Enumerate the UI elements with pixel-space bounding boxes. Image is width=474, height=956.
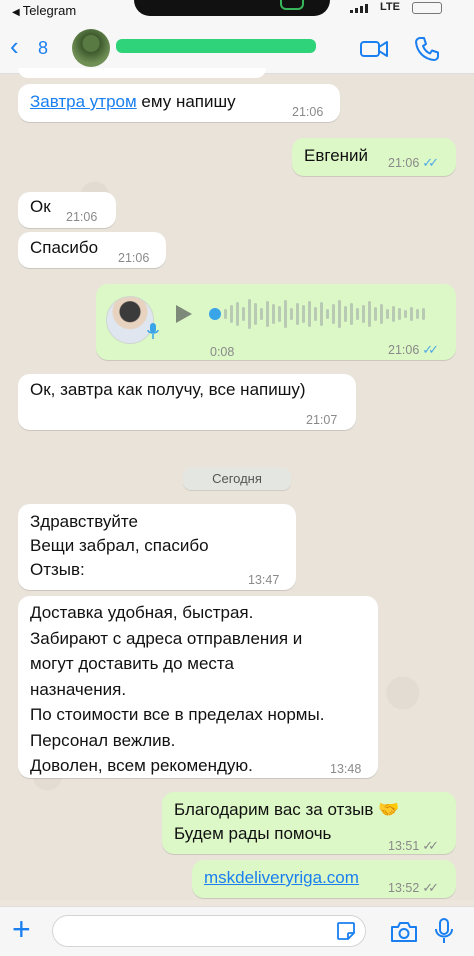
message-time: 13:51 xyxy=(388,839,420,853)
incoming-message[interactable]: Доставка удобная, быстрая. Забирают с ад… xyxy=(18,596,378,778)
sticker-icon[interactable] xyxy=(336,921,356,941)
microphone-icon[interactable] xyxy=(434,917,454,945)
date-separator: Сегодня xyxy=(183,468,291,490)
playback-position-dot[interactable] xyxy=(209,308,221,320)
back-to-app-label: Telegram xyxy=(22,3,77,18)
contact-avatar[interactable] xyxy=(72,29,110,67)
play-icon[interactable] xyxy=(176,305,192,323)
message-time: 21:06 xyxy=(388,156,420,170)
back-to-app-link[interactable]: ◀ Telegram xyxy=(12,3,76,18)
video-camera-icon[interactable] xyxy=(360,39,388,59)
contact-name-redacted[interactable] xyxy=(116,39,316,53)
partial-message-bubble xyxy=(18,68,266,78)
incoming-message[interactable]: Завтра утром ему напишу 21:06 xyxy=(18,84,340,122)
back-button[interactable]: ‹ xyxy=(10,31,19,61)
outgoing-message[interactable]: Евгений 21:06 ✓✓ xyxy=(292,138,456,176)
voice-duration: 0:08 xyxy=(210,345,235,359)
message-time: 13:52 xyxy=(388,881,420,895)
message-text: Ок, завтра как получу, все напишу) xyxy=(30,380,306,399)
message-text: Здравствуйте Вещи забрал, спасибо Отзыв: xyxy=(30,512,209,579)
phone-icon[interactable] xyxy=(414,36,440,62)
message-input-bar: + xyxy=(0,906,474,956)
microphone-icon xyxy=(147,323,159,339)
message-time: 13:47 xyxy=(248,573,280,587)
message-text: Спасибо xyxy=(30,238,99,257)
message-text: Евгений xyxy=(304,146,369,165)
notch-indicator xyxy=(280,0,304,10)
read-receipt-icon: ✓✓ xyxy=(422,155,439,170)
battery-icon xyxy=(412,2,442,14)
message-time: 13:48 xyxy=(330,762,362,776)
incoming-message[interactable]: Здравствуйте Вещи забрал, спасибо Отзыв:… xyxy=(18,504,296,590)
incoming-message[interactable]: Ок, завтра как получу, все напишу) 21:07 xyxy=(18,374,356,430)
screen-notch xyxy=(134,0,330,16)
message-date-link[interactable]: Завтра утром xyxy=(30,92,137,111)
message-text: Благодарим вас за отзыв 🤝 Будем рады пом… xyxy=(174,800,400,843)
chevron-left-icon: ‹ xyxy=(10,31,19,61)
delivered-receipt-icon: ✓✓ xyxy=(422,880,439,895)
signal-strength-icon xyxy=(350,3,368,13)
message-text: Ок xyxy=(30,197,51,216)
message-input[interactable] xyxy=(52,915,366,947)
message-link[interactable]: mskdeliveryriga.com xyxy=(204,866,359,890)
message-time: 21:06 xyxy=(118,251,150,265)
status-bar: ◀ Telegram LTE xyxy=(0,0,474,20)
chat-header: ‹ 8 xyxy=(0,20,474,74)
incoming-message[interactable]: Ок 21:06 xyxy=(18,192,116,228)
message-time: 21:07 xyxy=(306,413,338,427)
outgoing-message[interactable]: mskdeliveryriga.com 13:52 ✓✓ xyxy=(192,860,456,898)
back-triangle-icon: ◀ xyxy=(12,7,20,18)
read-receipt-icon: ✓✓ xyxy=(422,342,439,357)
plus-icon[interactable]: + xyxy=(12,911,31,947)
message-time: 21:06 xyxy=(388,343,420,357)
message-text: Доставка удобная, быстрая. Забирают с ад… xyxy=(30,603,325,775)
message-time: 21:06 xyxy=(292,105,324,119)
voice-waveform[interactable] xyxy=(224,296,438,332)
unread-count[interactable]: 8 xyxy=(38,38,48,59)
incoming-message[interactable]: Спасибо 21:06 xyxy=(18,232,166,268)
network-type: LTE xyxy=(380,1,400,13)
delivered-receipt-icon: ✓✓ xyxy=(422,838,439,853)
message-time: 21:06 xyxy=(66,210,98,224)
message-text: Завтра утром ему напишу xyxy=(30,92,236,111)
outgoing-message[interactable]: Благодарим вас за отзыв 🤝 Будем рады пом… xyxy=(162,792,456,854)
camera-icon[interactable] xyxy=(390,921,418,943)
